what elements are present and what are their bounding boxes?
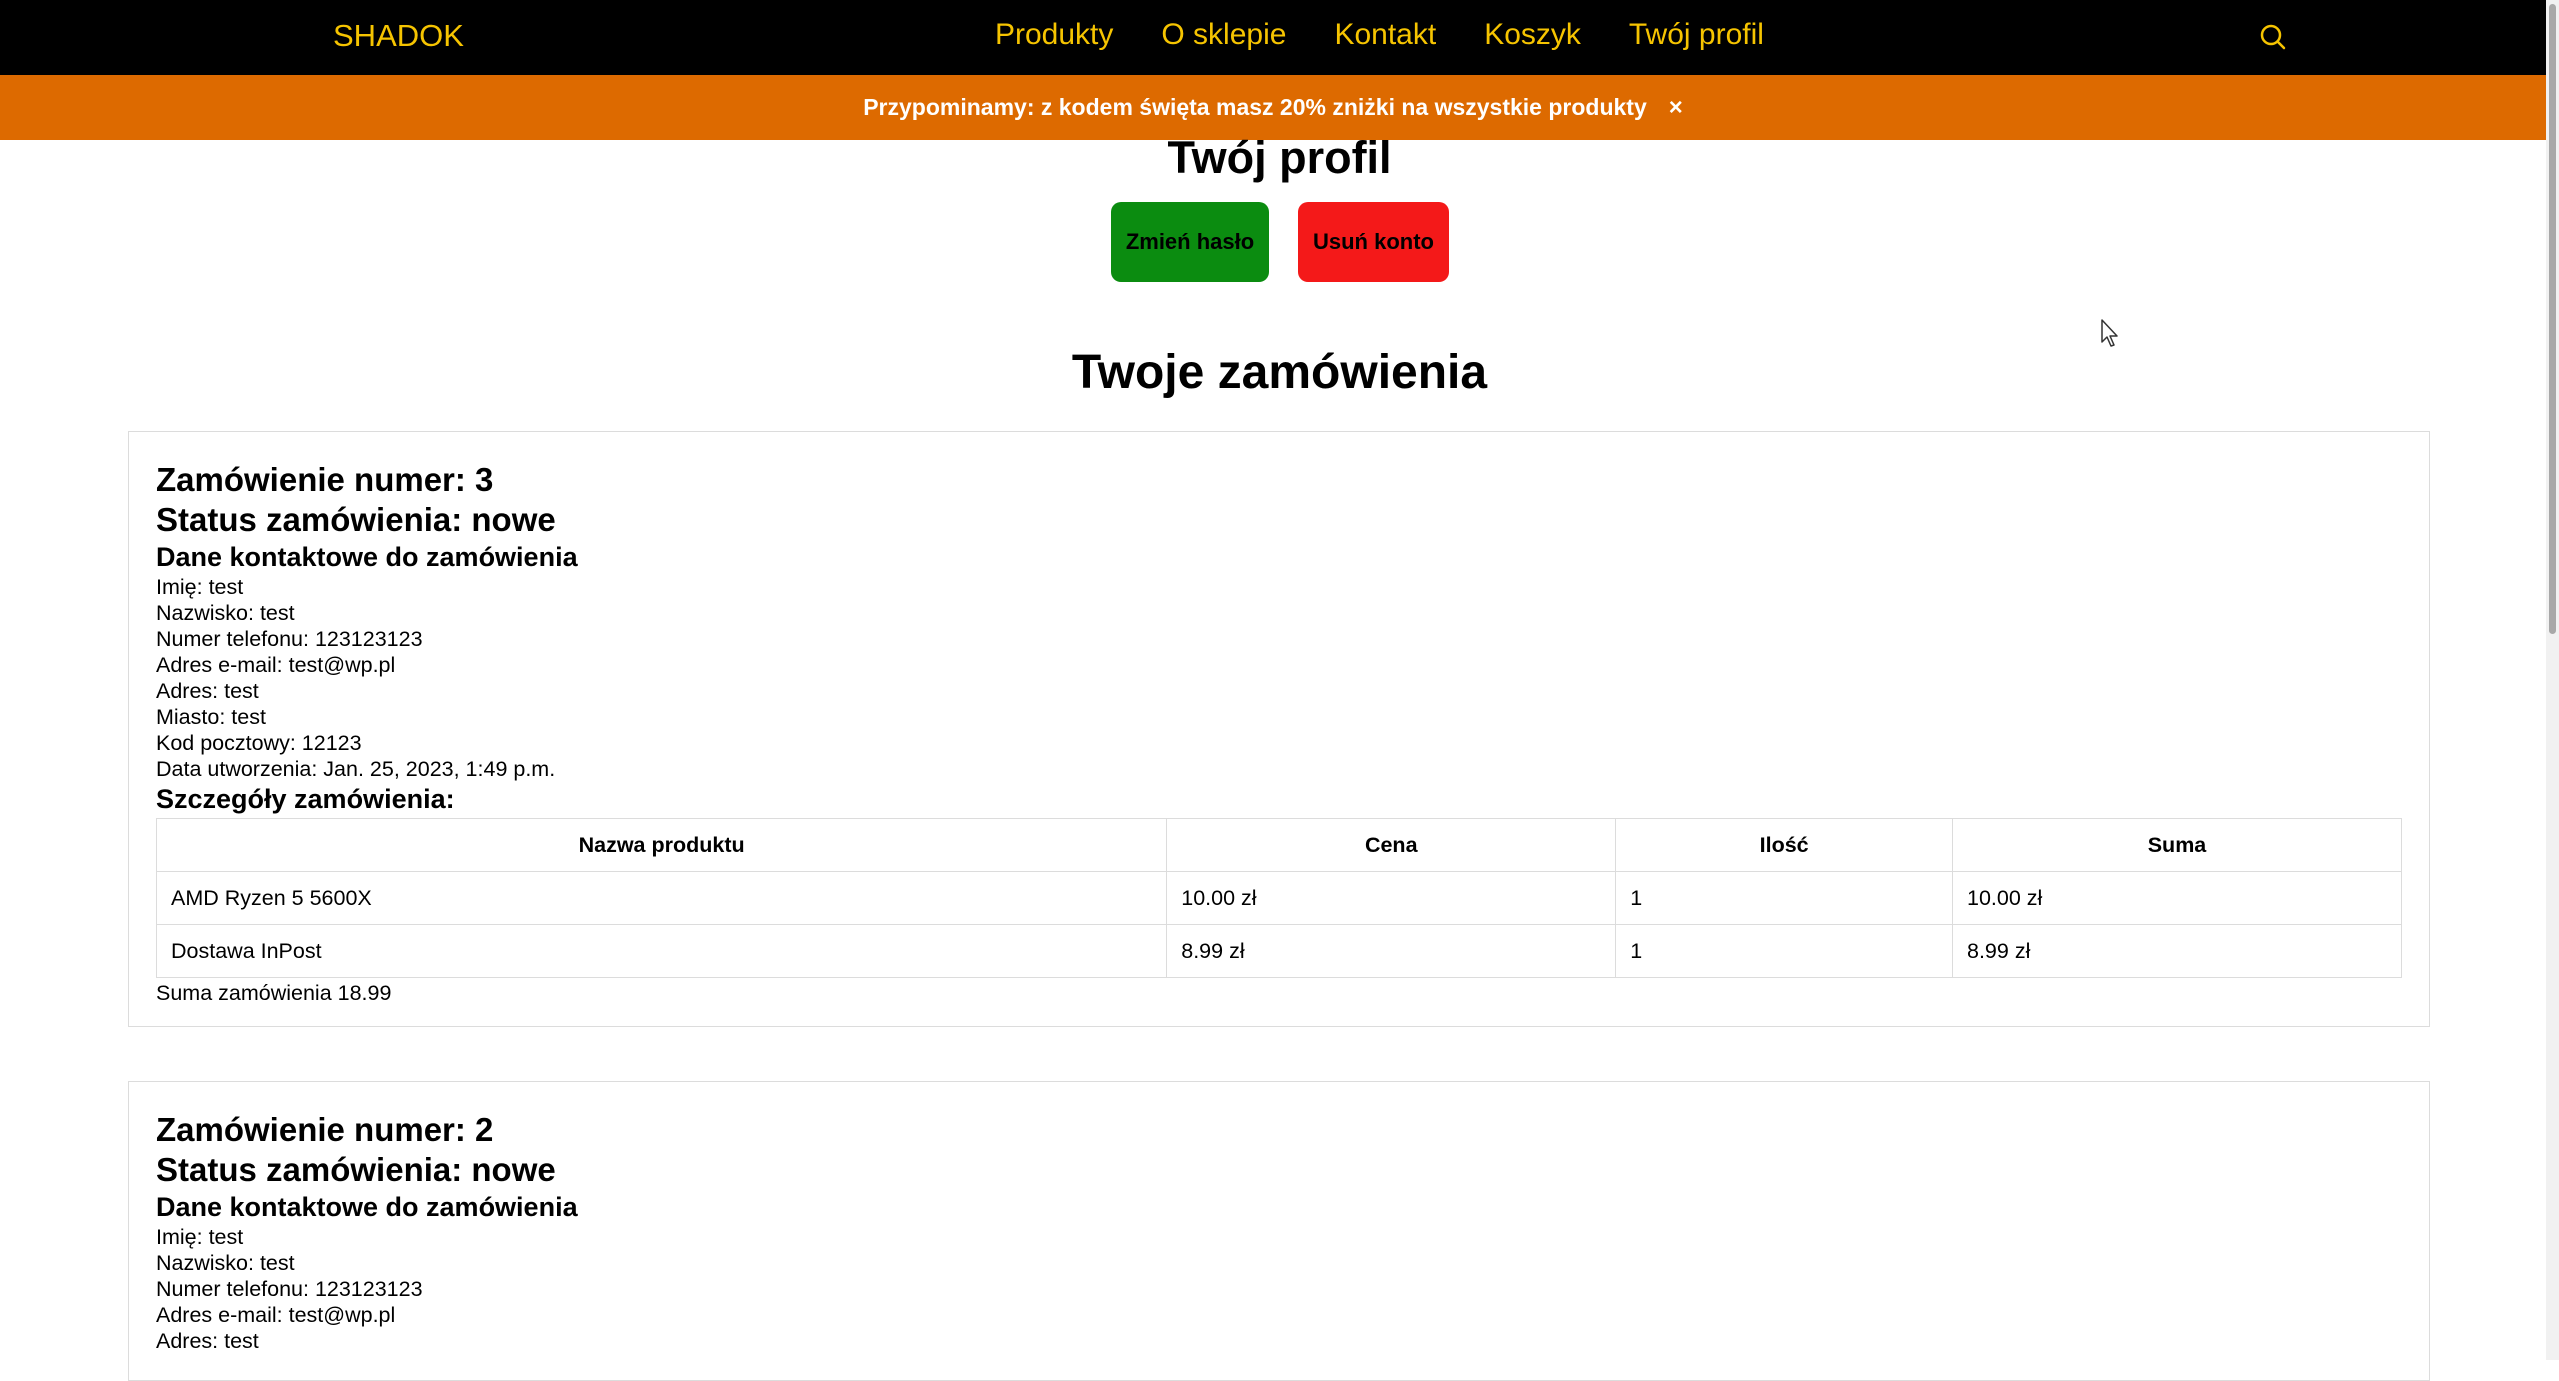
contact-header: Dane kontaktowe do zamówienia (156, 1192, 578, 1222)
nav-link-twoj-profil[interactable]: Twój profil (1629, 18, 1764, 52)
table-row: Dostawa InPost 8.99 zł 1 8.99 zł (155, 924, 2402, 978)
nav-link-o-sklepie[interactable]: O sklepie (1161, 18, 1286, 52)
contact-email: Adres e-mail: test@wp.pl (156, 1303, 396, 1327)
column-header-product: Nazwa produktu (155, 818, 1168, 872)
promo-text: Przypominamy: z kodem święta masz 20% zn… (863, 94, 1647, 120)
nav-link-produkty[interactable]: Produkty (995, 18, 1113, 52)
contact-last-name: Nazwisko: test (156, 1251, 295, 1275)
order-created-date: Data utworzenia: Jan. 25, 2023, 1:49 p.m… (156, 757, 556, 781)
column-header-price: Cena (1166, 818, 1617, 872)
cell-quantity: 1 (1615, 871, 1953, 925)
cell-product: AMD Ryzen 5 5600X (155, 871, 1168, 925)
table-header-row: Nazwa produktu Cena Ilość Suma (155, 818, 2402, 872)
contact-last-name: Nazwisko: test (156, 601, 295, 625)
details-header: Szczegóły zamówienia: (156, 784, 455, 814)
search-icon[interactable] (2258, 22, 2288, 52)
table-row: AMD Ryzen 5 5600X 10.00 zł 1 10.00 zł (155, 871, 2402, 925)
cell-quantity: 1 (1615, 924, 1953, 978)
cell-price: 8.99 zł (1166, 924, 1617, 978)
cell-price: 10.00 zł (1166, 871, 1617, 925)
contact-first-name: Imię: test (156, 1225, 244, 1249)
cell-product: Dostawa InPost (155, 924, 1168, 978)
change-password-button[interactable]: Zmień hasło (1111, 202, 1269, 282)
column-header-quantity: Ilość (1615, 818, 1953, 872)
nav-link-koszyk[interactable]: Koszyk (1484, 18, 1581, 52)
contact-address: Adres: test (156, 679, 259, 703)
delete-account-button[interactable]: Usuń konto (1298, 202, 1449, 282)
nav-links: Produkty O sklepie Kontakt Koszyk Twój p… (995, 18, 1764, 52)
close-icon[interactable]: × (1669, 94, 1683, 122)
page-title: Twój profil (1167, 132, 1392, 183)
contact-address: Adres: test (156, 1329, 259, 1353)
contact-phone: Numer telefonu: 123123123 (156, 1277, 423, 1301)
nav-link-kontakt[interactable]: Kontakt (1334, 18, 1436, 52)
contact-first-name: Imię: test (156, 575, 244, 599)
contact-city: Miasto: test (156, 705, 266, 729)
order-number: Zamówienie numer: 2 (156, 1111, 494, 1148)
scrollbar-thumb[interactable] (2549, 4, 2556, 634)
brand-logo[interactable]: SHADOK (333, 18, 464, 54)
order-status: Status zamówienia: nowe (156, 501, 556, 538)
vertical-scrollbar[interactable] (2546, 0, 2559, 1360)
order-card: Zamówienie numer: 2 Status zamówienia: n… (128, 1081, 2430, 1381)
contact-header: Dane kontaktowe do zamówienia (156, 542, 578, 572)
order-total: Suma zamówienia 18.99 (156, 981, 392, 1005)
order-card: Zamówienie numer: 3 Status zamówienia: n… (128, 431, 2430, 1027)
contact-phone: Numer telefonu: 123123123 (156, 627, 423, 651)
mouse-pointer-icon (2101, 319, 2118, 347)
column-header-sum: Suma (1952, 818, 2402, 872)
order-status: Status zamówienia: nowe (156, 1151, 556, 1188)
contact-email: Adres e-mail: test@wp.pl (156, 653, 396, 677)
cell-sum: 10.00 zł (1952, 871, 2402, 925)
order-details-table: Nazwa produktu Cena Ilość Suma AMD Ryzen… (155, 818, 2402, 978)
order-number: Zamówienie numer: 3 (156, 461, 494, 498)
cell-sum: 8.99 zł (1952, 924, 2402, 978)
contact-postal-code: Kod pocztowy: 12123 (156, 731, 362, 755)
orders-title: Twoje zamówienia (1071, 346, 1488, 399)
promo-banner: Przypominamy: z kodem święta masz 20% zn… (0, 75, 2546, 140)
navbar: SHADOK Produkty O sklepie Kontakt Koszyk… (0, 0, 2546, 75)
